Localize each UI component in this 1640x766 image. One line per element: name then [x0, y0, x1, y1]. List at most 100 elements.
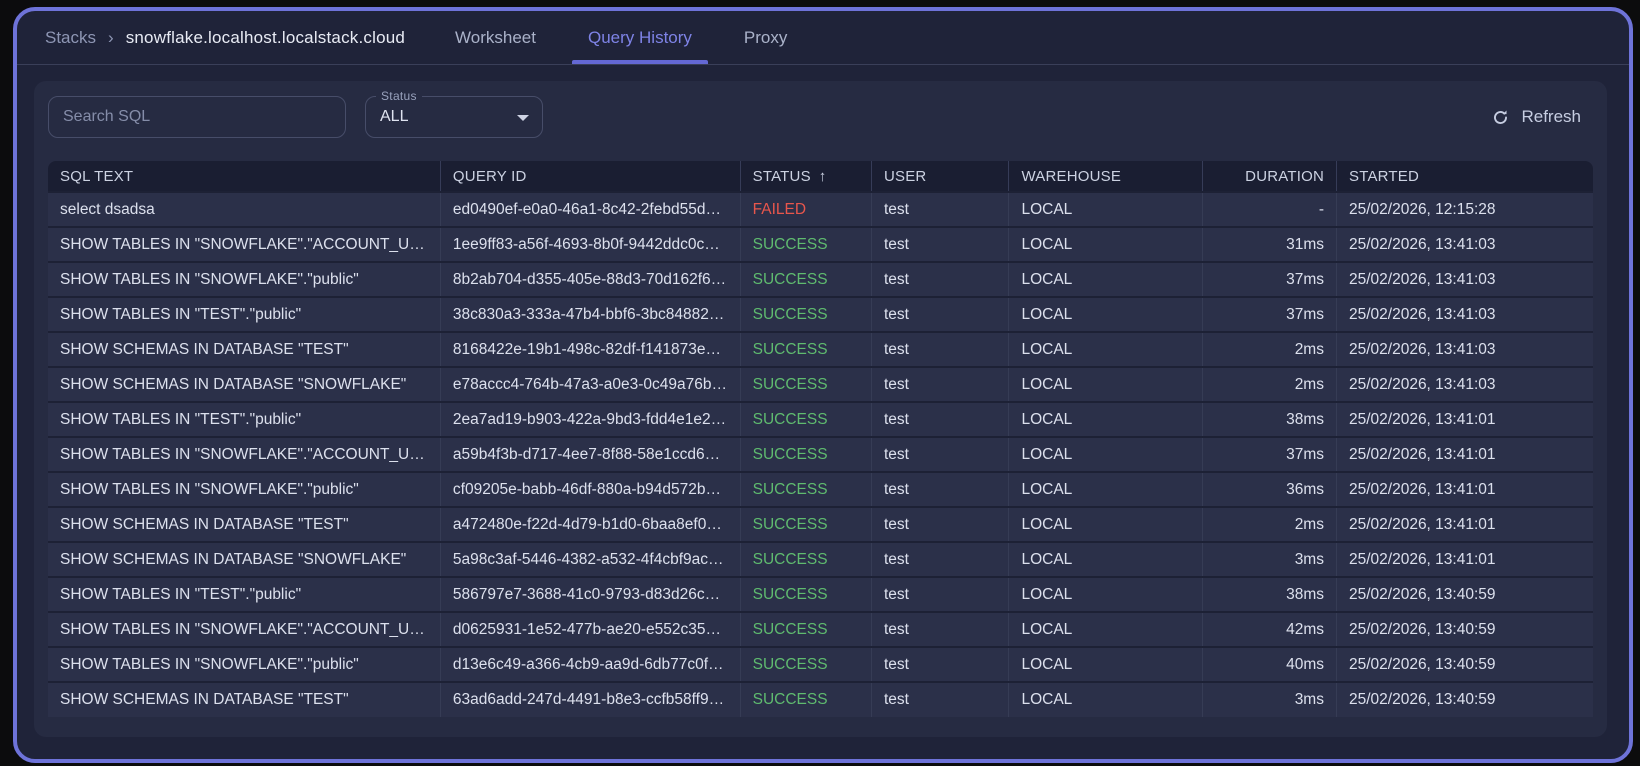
chevron-down-icon [517, 115, 529, 121]
cell-status: SUCCESS [740, 226, 872, 262]
cell-started: 25/02/2026, 12:15:28 [1336, 191, 1593, 227]
cell-status: SUCCESS [740, 611, 872, 647]
cell-warehouse: LOCAL [1008, 191, 1203, 227]
cell-started: 25/02/2026, 13:41:01 [1336, 471, 1593, 507]
cell-status: SUCCESS [740, 576, 872, 612]
query-history-table: SQL TEXT QUERY ID STATUS ↑ USER WAREHOUSE… [48, 161, 1593, 717]
cell-query-id: 2ea7ad19-b903-422a-9bd3-fdd4e1e2b4d1 [440, 401, 741, 437]
cell-status: SUCCESS [740, 331, 872, 367]
refresh-button-label: Refresh [1521, 107, 1581, 126]
cell-warehouse: LOCAL [1008, 296, 1203, 332]
cell-query-id: a59b4f3b-d717-4ee7-8f88-58e1ccd65191 [440, 436, 741, 472]
cell-started: 25/02/2026, 13:41:03 [1336, 331, 1593, 367]
table-row[interactable]: SHOW TABLES IN "SNOWFLAKE"."ACCOUNT_USAG… [48, 611, 1593, 647]
sort-ascending-icon[interactable]: ↑ [819, 168, 827, 185]
column-header-sql-text[interactable]: SQL TEXT [48, 161, 441, 192]
table-row[interactable]: SHOW TABLES IN "SNOWFLAKE"."public" d13e6… [48, 646, 1593, 682]
cell-query-id: 1ee9ff83-a56f-4693-8b0f-9442ddc0c862 [440, 226, 741, 262]
cell-user: test [871, 226, 1010, 262]
cell-started: 25/02/2026, 13:40:59 [1336, 576, 1593, 612]
breadcrumb-stacks-link[interactable]: Stacks [45, 28, 96, 48]
status-filter-select[interactable]: Status ALL [365, 89, 543, 138]
cell-user: test [871, 681, 1010, 717]
table-row[interactable]: SHOW TABLES IN "SNOWFLAKE"."ACCOUNT_USAG… [48, 436, 1593, 472]
table-row[interactable]: SHOW SCHEMAS IN DATABASE "TEST" a472480e-… [48, 506, 1593, 542]
column-header-duration[interactable]: DURATION [1202, 161, 1337, 192]
cell-started: 25/02/2026, 13:41:03 [1336, 296, 1593, 332]
tab-proxy[interactable]: Proxy [728, 11, 803, 64]
cell-user: test [871, 401, 1010, 437]
table-row[interactable]: SHOW SCHEMAS IN DATABASE "TEST" 8168422e-… [48, 331, 1593, 367]
cell-started: 25/02/2026, 13:41:03 [1336, 366, 1593, 402]
cell-started: 25/02/2026, 13:41:03 [1336, 261, 1593, 297]
tab-bar: Worksheet Query History Proxy [429, 11, 813, 64]
cell-user: test [871, 261, 1010, 297]
cell-warehouse: LOCAL [1008, 261, 1203, 297]
table-row[interactable]: select dsadsa ed0490ef-e0a0-46a1-8c42-2fe… [48, 191, 1593, 227]
cell-duration: 3ms [1202, 681, 1337, 717]
table-row[interactable]: SHOW TABLES IN "TEST"."public" 2ea7ad19-b… [48, 401, 1593, 437]
cell-warehouse: LOCAL [1008, 366, 1203, 402]
cell-started: 25/02/2026, 13:40:59 [1336, 611, 1593, 647]
cell-duration: 38ms [1202, 401, 1337, 437]
table-row[interactable]: SHOW TABLES IN "SNOWFLAKE"."public" cf092… [48, 471, 1593, 507]
cell-warehouse: LOCAL [1008, 471, 1203, 507]
column-header-started[interactable]: STARTED [1336, 161, 1593, 192]
cell-sql-text: SHOW TABLES IN "SNOWFLAKE"."ACCOUNT_USAG… [48, 436, 441, 472]
cell-query-id: ed0490ef-e0a0-46a1-8c42-2febd55d66af [440, 191, 741, 227]
table-row[interactable]: SHOW SCHEMAS IN DATABASE "SNOWFLAKE" 5a98… [48, 541, 1593, 577]
cell-query-id: 8168422e-19b1-498c-82df-f141873e85df [440, 331, 741, 367]
cell-sql-text: SHOW SCHEMAS IN DATABASE "TEST" [48, 506, 441, 542]
column-header-query-id[interactable]: QUERY ID [440, 161, 741, 192]
cell-query-id: d13e6c49-a366-4cb9-aa9d-6db77c0fa8f4 [440, 646, 741, 682]
cell-user: test [871, 436, 1010, 472]
table-header-row: SQL TEXT QUERY ID STATUS ↑ USER WAREHOUSE… [48, 161, 1593, 192]
cell-duration: 3ms [1202, 541, 1337, 577]
top-navigation-bar: Stacks › snowflake.localhost.localstack.… [17, 11, 1629, 65]
cell-query-id: 38c830a3-333a-47b4-bbf6-3bc8488212da [440, 296, 741, 332]
cell-warehouse: LOCAL [1008, 611, 1203, 647]
cell-status: SUCCESS [740, 646, 872, 682]
search-input[interactable] [48, 96, 346, 138]
breadcrumb: Stacks › snowflake.localhost.localstack.… [45, 11, 405, 64]
cell-started: 25/02/2026, 13:41:01 [1336, 506, 1593, 542]
cell-user: test [871, 366, 1010, 402]
cell-sql-text: SHOW TABLES IN "SNOWFLAKE"."ACCOUNT_USAG… [48, 226, 441, 262]
cell-duration: 42ms [1202, 611, 1337, 647]
cell-user: test [871, 646, 1010, 682]
cell-warehouse: LOCAL [1008, 436, 1203, 472]
cell-user: test [871, 191, 1010, 227]
app-window: Stacks › snowflake.localhost.localstack.… [13, 7, 1633, 763]
cell-status: SUCCESS [740, 506, 872, 542]
cell-sql-text: SHOW SCHEMAS IN DATABASE "TEST" [48, 331, 441, 367]
breadcrumb-separator-icon: › [108, 27, 114, 47]
cell-warehouse: LOCAL [1008, 541, 1203, 577]
cell-user: test [871, 296, 1010, 332]
cell-sql-text: SHOW TABLES IN "SNOWFLAKE"."public" [48, 646, 441, 682]
cell-query-id: 586797e7-3688-41c0-9793-d83d26c4b4ef [440, 576, 741, 612]
query-history-panel: Status ALL Refresh [34, 81, 1607, 737]
table-row[interactable]: SHOW TABLES IN "TEST"."public" 38c830a3-3… [48, 296, 1593, 332]
table-row[interactable]: SHOW SCHEMAS IN DATABASE "SNOWFLAKE" e78a… [48, 366, 1593, 402]
cell-query-id: 8b2ab704-d355-405e-88d3-70d162f68047 [440, 261, 741, 297]
table-row[interactable]: SHOW SCHEMAS IN DATABASE "TEST" 63ad6add-… [48, 681, 1593, 717]
refresh-button[interactable]: Refresh [1491, 107, 1581, 127]
column-header-status[interactable]: STATUS ↑ [740, 161, 872, 192]
cell-status: FAILED [740, 191, 872, 227]
column-header-user[interactable]: USER [871, 161, 1010, 192]
column-header-warehouse[interactable]: WAREHOUSE [1008, 161, 1203, 192]
cell-sql-text: select dsadsa [48, 191, 441, 227]
cell-user: test [871, 611, 1010, 647]
cell-started: 25/02/2026, 13:40:59 [1336, 646, 1593, 682]
table-row[interactable]: SHOW TABLES IN "TEST"."public" 586797e7-3… [48, 576, 1593, 612]
tab-worksheet[interactable]: Worksheet [439, 11, 552, 64]
cell-duration: 2ms [1202, 506, 1337, 542]
table-row[interactable]: SHOW TABLES IN "SNOWFLAKE"."ACCOUNT_USAG… [48, 226, 1593, 262]
table-row[interactable]: SHOW TABLES IN "SNOWFLAKE"."public" 8b2ab… [48, 261, 1593, 297]
cell-query-id: cf09205e-babb-46df-880a-b94d572bb305 [440, 471, 741, 507]
tab-query-history[interactable]: Query History [572, 11, 708, 64]
cell-duration: 2ms [1202, 366, 1337, 402]
cell-duration: 38ms [1202, 576, 1337, 612]
toolbar: Status ALL Refresh [48, 89, 1593, 138]
cell-status: SUCCESS [740, 261, 872, 297]
